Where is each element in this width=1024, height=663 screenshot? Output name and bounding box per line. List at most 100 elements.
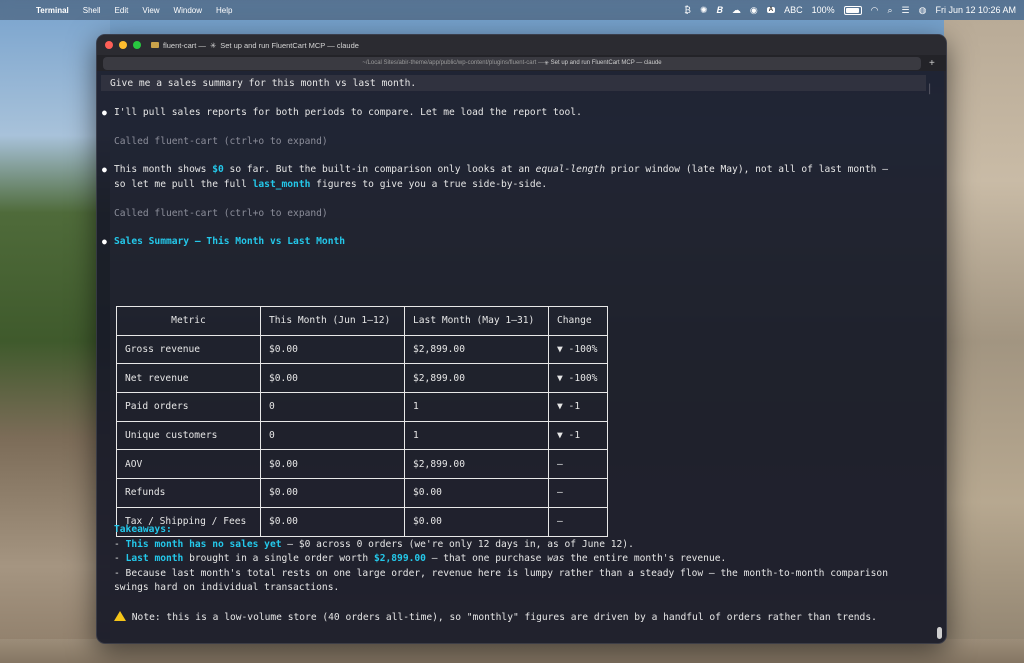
folder-icon (151, 42, 159, 48)
title-bar[interactable]: fluent-cart — ✳ Set up and run FluentCar… (97, 35, 946, 55)
bold-b-icon[interactable]: 𝑩 (717, 5, 723, 16)
table-row: Refunds $0.00 $0.00 — (116, 478, 608, 508)
settings-status-icon[interactable]: ✺ (700, 5, 708, 16)
table-cell: — (548, 506, 608, 537)
status-item-icon[interactable]: ₿ (684, 5, 691, 15)
msg2-a: This month shows (114, 164, 213, 175)
table-cell: $0.00 (260, 506, 405, 537)
input-source-icon[interactable]: A (766, 7, 776, 13)
table-cell: Unique customers (116, 420, 261, 451)
minimize-button[interactable] (119, 41, 127, 49)
takeaways-heading: Takeaways: (114, 524, 172, 535)
table-header-cell: Metric (116, 306, 261, 336)
tool-call-2[interactable]: Called fluent-cart (ctrl+o to expand) (114, 208, 328, 219)
sales-summary-table: Metric This Month (Jun 1–12) Last Month … (116, 306, 608, 537)
table-row: Paid orders 0 1 ▼ -1 (116, 392, 608, 422)
table-cell: AOV (116, 449, 261, 480)
tab-bar: ~/Local Sites/abir-theme/app/public/wp-c… (97, 55, 946, 71)
table-cell: $0.00 (260, 334, 405, 365)
scrollbar-thumb[interactable] (937, 627, 942, 639)
cloud-icon[interactable]: ☁ (732, 5, 741, 16)
siri-icon[interactable]: ◍ (919, 5, 927, 16)
menu-help[interactable]: Help (216, 6, 232, 15)
table-cell: Net revenue (116, 363, 261, 394)
table-row: AOV $0.00 $2,899.00 — (116, 449, 608, 480)
table-cell: Refunds (116, 478, 261, 508)
terminal-window: fluent-cart — ✳ Set up and run FluentCar… (96, 34, 947, 644)
window-title-marker: ✳ (209, 40, 217, 50)
table-cell: $0.00 (260, 449, 405, 480)
input-source-label[interactable]: ABC (784, 5, 803, 15)
takeaway-3-line-1: - Because last month's total rests on on… (114, 568, 888, 579)
tab-path: ~/Local Sites/abir-theme/app/public/wp-c… (362, 60, 544, 66)
table-cell: 0 (260, 420, 405, 451)
table-cell: ▼ -100% (548, 363, 608, 394)
table-row: Net revenue $0.00 $2,899.00 ▼ -100% (116, 363, 608, 394)
menu-bar: Terminal Shell Edit View Window Help ₿ ✺… (0, 0, 1024, 20)
table-row: Tax / Shipping / Fees $0.00 $0.00 — (116, 506, 608, 537)
menu-edit[interactable]: Edit (115, 6, 129, 15)
table-cell: — (548, 449, 608, 480)
menu-shell[interactable]: Shell (83, 6, 101, 15)
battery-icon[interactable] (843, 5, 862, 15)
table-cell: 1 (404, 392, 549, 422)
assistant-message-1: I'll pull sales reports for both periods… (114, 107, 582, 118)
tab-active[interactable]: ~/Local Sites/abir-theme/app/public/wp-c… (103, 56, 921, 70)
prompt-scroll-mark: │ (927, 85, 933, 95)
zoom-button[interactable] (133, 41, 141, 49)
message-bullet: ● (102, 237, 107, 246)
table-row: Gross revenue $0.00 $2,899.00 ▼ -100% (116, 334, 608, 365)
table-cell: $0.00 (404, 506, 549, 537)
msg2-c: so far. But the built-in comparison only… (223, 164, 536, 175)
takeaway-1-prefix: - (114, 539, 126, 550)
takeaway-3-line-2: swings hard on individual transactions. (114, 582, 340, 593)
table-cell: Paid orders (116, 392, 261, 422)
assistant-message-2-line-1: This month shows $0 so far. But the buil… (114, 164, 888, 175)
msg2-h: figures to give you a true side-by-side. (310, 179, 548, 190)
tool-call-1[interactable]: Called fluent-cart (ctrl+o to expand) (114, 136, 328, 147)
user-prompt: Give me a sales summary for this month v… (110, 78, 417, 89)
table-header-cell: Last Month (May 1–31) (404, 306, 549, 336)
menu-extras: ₿ ✺ 𝑩 ☁ ◉ A ABC 100% ◠ ⌕ ☰ ◍ Fri Jun 12 … (684, 0, 1016, 20)
menu-clock[interactable]: Fri Jun 12 10:26 AM (935, 5, 1016, 15)
window-title: fluent-cart — ✳ Set up and run FluentCar… (151, 41, 359, 50)
table-cell: $0.00 (260, 363, 405, 394)
table-cell: $0.00 (404, 478, 549, 508)
menu-view[interactable]: View (142, 6, 159, 15)
msg2-equal-length: equal-length (535, 164, 605, 175)
table-cell: 1 (404, 420, 549, 451)
takeaway-2: - Last month brought in a single order w… (114, 553, 726, 564)
msg2-last-month: last_month (252, 179, 311, 190)
warning-icon (114, 611, 126, 621)
wifi-icon[interactable]: ◠ (871, 5, 879, 16)
table-cell: Gross revenue (116, 334, 261, 365)
battery-percent: 100% (811, 5, 835, 15)
table-cell: — (548, 478, 608, 508)
assistant-message-2-line-2: so let me pull the full last_month figur… (114, 179, 547, 190)
new-tab-button[interactable]: + (929, 58, 935, 69)
search-icon[interactable]: ⌕ (887, 5, 892, 16)
msg2-f: so let me pull the full (114, 179, 253, 190)
close-button[interactable] (105, 41, 113, 49)
tab-marker: ✳ (543, 60, 549, 67)
msg2-e: prior window (late May), not all of last… (604, 164, 889, 175)
table-header-cell: This Month (Jun 1–12) (260, 306, 405, 336)
table-header-cell: Change (548, 306, 608, 336)
table-cell: $2,899.00 (404, 449, 549, 480)
record-icon[interactable]: ◉ (750, 5, 758, 16)
takeaway-2-rest-a: — that one purchase (425, 553, 548, 564)
summary-heading: Sales Summary — This Month vs Last Month (114, 236, 346, 247)
window-title-prefix: fluent-cart — (163, 40, 206, 50)
menu-window[interactable]: Window (174, 6, 202, 15)
takeaway-1-rest: — $0 across 0 orders (we're only 12 days… (281, 539, 634, 550)
note-text: Note: this is a low-volume store (40 ord… (126, 612, 877, 623)
takeaway-2-mid: brought in a single order worth (183, 553, 374, 564)
menu-app-name[interactable]: Terminal (36, 6, 69, 15)
terminal-content[interactable]: Give me a sales summary for this month v… (97, 71, 946, 643)
msg2-this-month-amount: $0 (212, 164, 224, 175)
table-row: Unique customers 0 1 ▼ -1 (116, 420, 608, 451)
table-header-row: Metric This Month (Jun 1–12) Last Month … (116, 306, 608, 336)
takeaway-2-was: was (547, 553, 565, 564)
message-bullet: ● (102, 165, 107, 174)
control-center-icon[interactable]: ☰ (902, 5, 910, 16)
